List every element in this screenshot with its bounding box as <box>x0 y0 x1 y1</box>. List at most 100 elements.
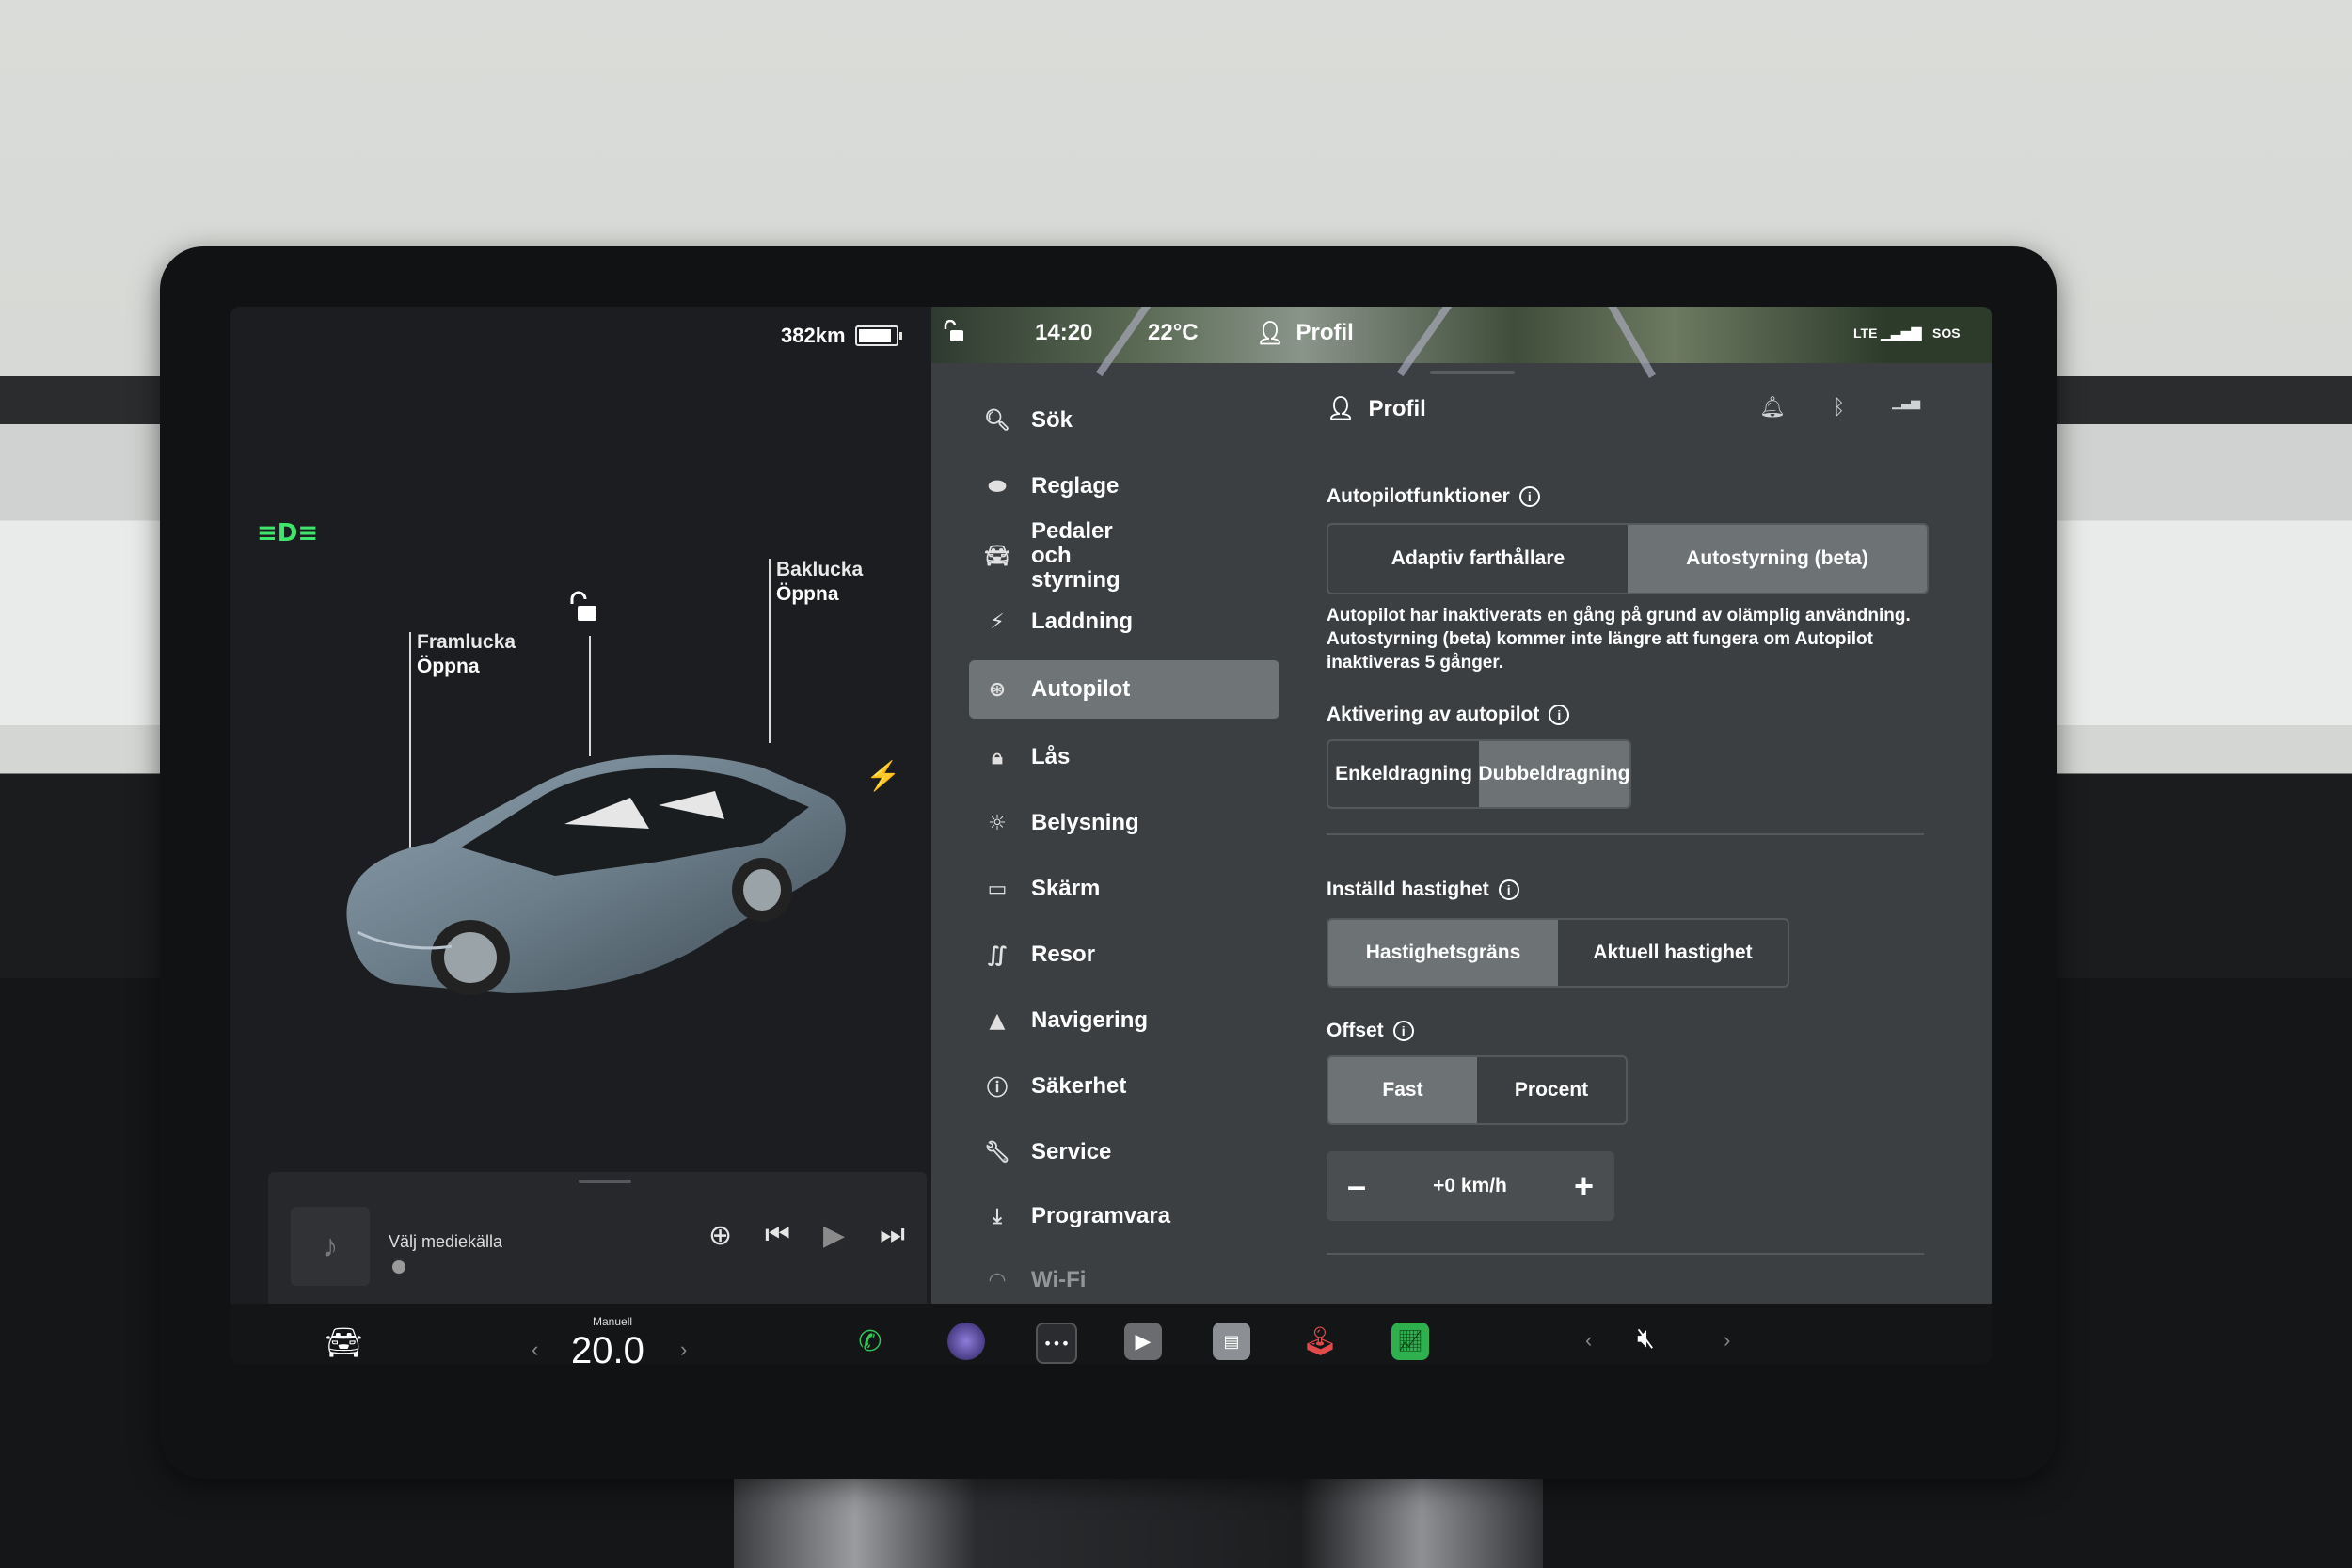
lock-icon: 🔒︎ <box>992 745 1003 769</box>
section-divider <box>1327 1253 1924 1255</box>
pane-drag-handle[interactable] <box>1430 371 1515 374</box>
next-track-icon[interactable]: ⏭ <box>880 1219 905 1251</box>
sidebar-item-label: Belysning <box>1031 810 1139 835</box>
info-icon[interactable]: i <box>1518 486 1540 507</box>
joystick-icon[interactable]: 🕹︎ <box>1301 1323 1339 1360</box>
bolt-icon: ⚡ <box>990 610 1005 634</box>
decrease-button[interactable]: – <box>1347 1166 1366 1206</box>
sidebar-item-laddning[interactable]: ⚡ Laddning <box>969 593 1279 651</box>
option-single-pull[interactable]: Enkeldragning <box>1328 741 1479 807</box>
set-speed-title: Inställd hastighet i <box>1327 879 1519 901</box>
activation-selector: Enkeldragning Dubbeldragning <box>1327 739 1631 809</box>
unlock-icon[interactable] <box>566 591 600 629</box>
add-favorite-icon[interactable]: ⊕ <box>708 1219 732 1252</box>
info-icon[interactable]: i <box>1549 705 1570 725</box>
front-trunk-action: Öppna <box>417 656 480 677</box>
sidebar-item-label: Pedaler och styrning <box>1031 518 1120 593</box>
navigation-icon: ▲ <box>989 1008 1006 1033</box>
option-speed-limit[interactable]: Hastighetsgräns <box>1328 920 1558 986</box>
option-fixed[interactable]: Fast <box>1328 1057 1477 1123</box>
unlock-status-icon[interactable] <box>943 319 965 351</box>
sidebar-item-label: Autopilot <box>1031 676 1131 702</box>
set-speed-selector: Hastighetsgräns Aktuell hastighet <box>1327 918 1789 988</box>
camera-icon[interactable] <box>947 1323 985 1360</box>
media-player: ♪ Välj mediekälla ⊕ ⏮ ▶ ⏭ <box>268 1172 927 1313</box>
front-trunk-label[interactable]: Framlucka Öppna <box>417 630 516 679</box>
header-icons: 🔔︎ ᛒ ▁▃▅ <box>1759 395 1920 420</box>
range-indicator: 382km <box>781 324 902 348</box>
option-adaptive-cruise[interactable]: Adaptiv farthållare <box>1328 525 1628 593</box>
energy-app-icon[interactable]: 📈︎ <box>1391 1323 1429 1360</box>
profile-header-label: Profil <box>1368 395 1426 421</box>
sidebar-item-las[interactable]: 🔒︎ Lås <box>969 728 1279 786</box>
sidebar-item-label: Resor <box>1031 942 1096 967</box>
lte-signal-icon: LTE ▁▃▅▇ <box>1853 325 1922 341</box>
sidebar-item-sakerhet[interactable]: ⓘ Säkerhet <box>969 1057 1279 1116</box>
offset-value: +0 km/h <box>1433 1175 1507 1196</box>
play-icon[interactable]: ▶ <box>823 1219 845 1252</box>
sos-icon[interactable]: SOS <box>1932 325 1961 341</box>
calendar-icon[interactable]: ▤ <box>1213 1323 1250 1360</box>
sidebar-item-service[interactable]: 🔧︎ Service <box>969 1123 1279 1181</box>
info-icon[interactable]: i <box>1498 879 1519 900</box>
rear-trunk-label[interactable]: Baklucka Öppna <box>776 558 863 607</box>
bluetooth-icon[interactable]: ᛒ <box>1833 395 1845 420</box>
increase-button[interactable]: + <box>1574 1166 1594 1206</box>
cabin-temperature[interactable]: 20.0 <box>571 1330 644 1364</box>
sidebar-item-reglage[interactable]: ⬬ Reglage <box>969 457 1279 515</box>
charge-port-icon[interactable]: ⚡ <box>866 760 900 793</box>
temp-up-chevron-icon[interactable]: › <box>680 1338 687 1362</box>
search-icon: 🔍︎ <box>984 408 1010 433</box>
previous-track-icon[interactable]: ⏮ <box>765 1219 790 1251</box>
section-divider <box>1327 833 1924 835</box>
rear-trunk-title: Baklucka <box>776 559 864 580</box>
sidebar-item-programvara[interactable]: ⤓ Programvara <box>969 1187 1279 1245</box>
climate-mode: Manuell <box>593 1315 633 1328</box>
option-current-speed[interactable]: Aktuell hastighet <box>1558 920 1788 986</box>
volume-up-chevron-icon[interactable]: › <box>1724 1328 1730 1353</box>
sidebar-item-navigering[interactable]: ▲ Navigering <box>969 991 1279 1050</box>
outside-temperature: 22°C <box>1148 320 1199 345</box>
range-value: 382km <box>781 324 846 347</box>
autopilot-features-selector: Adaptiv farthållare Autostyrning (beta) <box>1327 523 1929 594</box>
profile-button[interactable]: 👤︎ Profil <box>1256 320 1354 347</box>
settings-pane: 14:20 22°C 👤︎ Profil LTE ▁▃▅▇ SOS 🔍︎ Sök… <box>931 307 1992 1323</box>
sidebar-item-resor[interactable]: ∬ Resor <box>969 926 1279 984</box>
media-drag-handle[interactable] <box>579 1180 631 1183</box>
wrench-icon: 🔧︎ <box>984 1140 1010 1164</box>
sidebar-item-skarm[interactable]: ▭ Skärm <box>969 860 1279 918</box>
car-icon: 🚘︎ <box>984 544 1010 568</box>
album-art-music-note-icon[interactable]: ♪ <box>291 1207 370 1286</box>
sidebar-item-pedaler[interactable]: 🚘︎ Pedaler och styrning <box>969 519 1279 593</box>
mute-icon[interactable]: 🔇︎ <box>1637 1323 1655 1354</box>
profile-header[interactable]: 👤︎ Profil <box>1327 395 1426 422</box>
search-item[interactable]: 🔍︎ Sök <box>969 391 1279 450</box>
touchscreen: 382km ≡D≡ Framlucka Öppna Baklucka Öppna <box>230 307 1992 1364</box>
info-icon[interactable]: i <box>1392 1021 1414 1041</box>
sidebar-item-belysning[interactable]: ☼ Belysning <box>969 794 1279 852</box>
phone-icon[interactable]: ✆ <box>851 1323 889 1360</box>
sidebar-item-label: Service <box>1031 1139 1112 1164</box>
option-percent[interactable]: Procent <box>1477 1057 1626 1123</box>
more-apps-icon[interactable]: ••• <box>1036 1323 1077 1364</box>
sidebar-item-label: Säkerhet <box>1031 1073 1127 1099</box>
lte-icon: ▁▃▅ <box>1892 395 1921 409</box>
option-autosteer[interactable]: Autostyrning (beta) <box>1628 525 1927 593</box>
temp-down-chevron-icon[interactable]: ‹ <box>532 1338 538 1362</box>
media-source-indicator <box>392 1260 405 1274</box>
battery-fill <box>858 329 892 342</box>
sidebar-item-autopilot[interactable]: ⊛ Autopilot <box>969 660 1279 719</box>
sidebar-item-label: Wi-Fi <box>1031 1267 1087 1292</box>
sidebar-item-wifi[interactable]: ◠ Wi-Fi <box>969 1251 1279 1309</box>
car-icon[interactable]: 🚘︎ <box>325 1324 363 1360</box>
offset-title: Offset i <box>1327 1020 1414 1042</box>
bell-icon[interactable]: 🔔︎ <box>1759 395 1786 420</box>
media-source-label[interactable]: Välj mediekälla <box>389 1232 502 1252</box>
option-double-pull[interactable]: Dubbeldragning <box>1479 741 1629 807</box>
theater-icon[interactable]: ▶ <box>1124 1323 1162 1360</box>
volume-down-chevron-icon[interactable]: ‹ <box>1585 1328 1592 1353</box>
autopilot-notice: Autopilot har inaktiverats en gång på gr… <box>1327 606 1911 673</box>
sidebar-item-label: Skärm <box>1031 876 1101 901</box>
autopilot-features-title: Autopilotfunktioner i <box>1327 485 1540 508</box>
vehicle-pane: 382km ≡D≡ Framlucka Öppna Baklucka Öppna <box>230 307 931 1323</box>
